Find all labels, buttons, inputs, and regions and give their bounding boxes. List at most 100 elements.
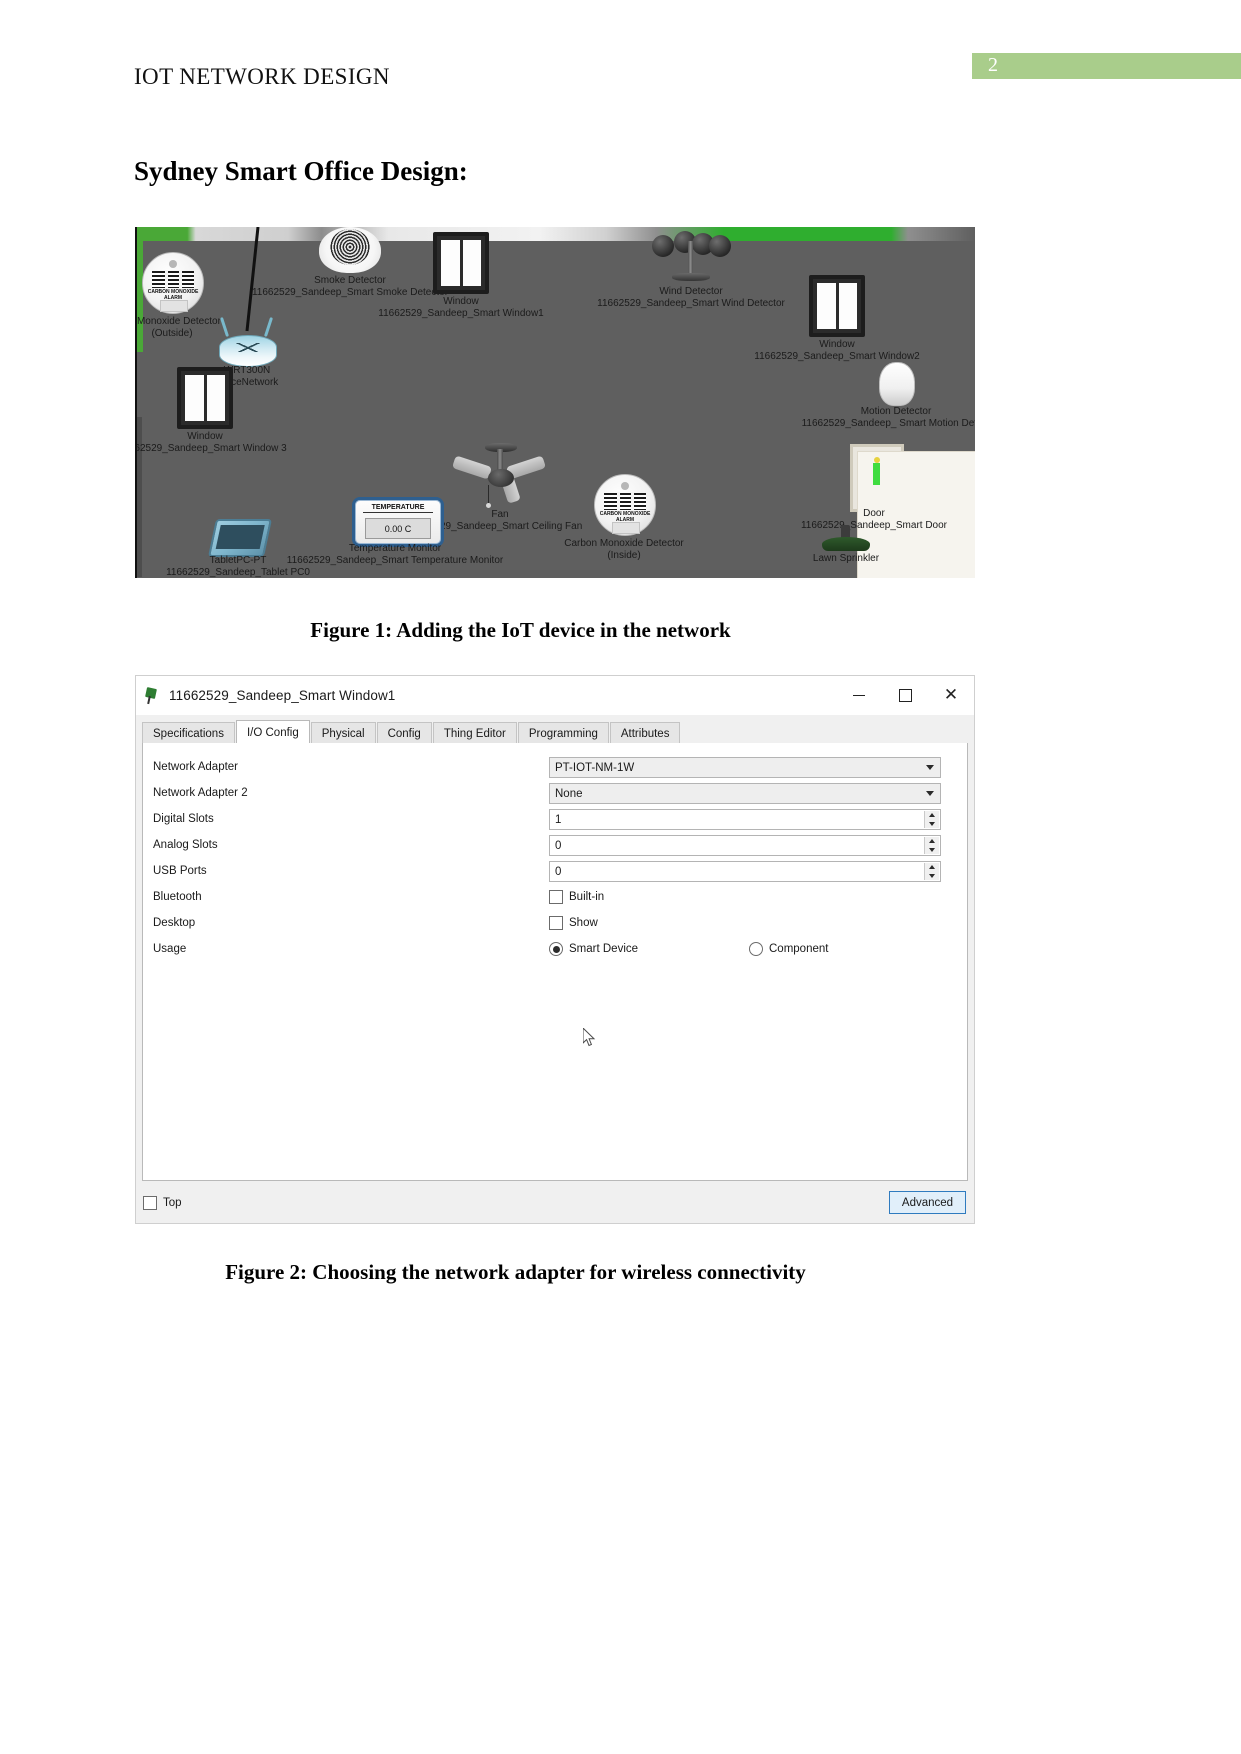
row-bluetooth: Bluetooth Built-in	[143, 887, 967, 913]
mouse-cursor	[583, 1028, 596, 1047]
usage-control[interactable]: Smart Device Component	[549, 942, 941, 956]
maximize-button[interactable]	[882, 676, 928, 715]
row-usb-ports: USB Ports 0	[143, 861, 967, 887]
device-temperature-monitor[interactable]: TEMPERATURE 0.00 C Temperature Monitor 1…	[287, 497, 503, 566]
tab-io-config[interactable]: I/O Config	[235, 720, 310, 745]
door-icon	[850, 444, 975, 578]
tab-thing-editor[interactable]: Thing Editor	[432, 722, 517, 744]
device-window-1[interactable]: Window 11662529_Sandeep_Smart Window1	[378, 232, 544, 319]
tab-config[interactable]: Config	[376, 722, 432, 744]
tab-physical[interactable]: Physical	[310, 722, 376, 744]
minimize-button[interactable]	[836, 676, 882, 715]
usage-radio-group[interactable]: Smart Device Component	[549, 942, 941, 956]
device-motion-detector[interactable]: Motion Detector 11662529_Sandeep_ Smart …	[802, 362, 975, 429]
device-co-detector-outside[interactable]: CARBON MONOXIDEALARM on Monoxide Detecto…	[137, 252, 221, 339]
device-tablet-pc[interactable]: TabletPC-PT 11662529_Sandeep_Tablet PC0	[166, 519, 310, 578]
checkbox-icon[interactable]	[549, 916, 563, 930]
usage-component-label: Component	[769, 943, 829, 955]
section-heading: Sydney Smart Office Design:	[134, 156, 468, 186]
desktop-show-checkbox[interactable]: Show	[549, 916, 941, 930]
top-checkbox[interactable]: Top	[143, 1196, 182, 1210]
tablet-icon	[207, 519, 273, 557]
stepper-down-icon[interactable]	[929, 847, 935, 852]
device-ceiling-fan[interactable]: Fan 662529_Sandeep_Smart Ceiling Fan	[418, 443, 582, 532]
device-window-3[interactable]: Window 1662529_Sandeep_Smart Window 3	[137, 367, 287, 454]
usage-component-radio[interactable]: Component	[749, 942, 828, 956]
network-adapter-2-select[interactable]: None	[549, 783, 941, 804]
tab-programming[interactable]: Programming	[517, 722, 609, 744]
analog-slots-control[interactable]: 0	[549, 835, 941, 856]
window-controls[interactable]: ✕	[836, 676, 974, 715]
network-adapter-control[interactable]: PT-IOT-NM-1W	[549, 757, 941, 778]
stepper-up-icon[interactable]	[929, 839, 935, 844]
stepper-down-icon[interactable]	[929, 873, 935, 878]
device-label: Carbon Monoxide Detector (Inside)	[564, 538, 684, 561]
bluetooth-control[interactable]: Built-in	[549, 890, 941, 904]
row-digital-slots: Digital Slots 1	[143, 809, 967, 835]
device-label: Window 11662529_Sandeep_Smart Window1	[378, 296, 544, 319]
co-detector-icon: CARBON MONOXIDE ALARM	[594, 474, 656, 536]
device-wireless-router[interactable]: WRT300N OfficeNetwork	[216, 317, 278, 388]
analog-slots-stepper[interactable]: 0	[549, 835, 941, 856]
tab-specifications[interactable]: Specifications	[142, 722, 235, 744]
usage-label: Usage	[153, 943, 187, 955]
temperature-display-title: TEMPERATURE	[363, 504, 433, 513]
stepper-buttons[interactable]	[924, 863, 939, 880]
device-smoke-detector[interactable]: Smoke Detector 11662529_Sandeep_Smart Sm…	[252, 227, 448, 298]
stepper-up-icon[interactable]	[929, 813, 935, 818]
page-header: IOT NETWORK DESIGN 2	[0, 0, 1241, 110]
dialog-footer: Top Advanced	[136, 1185, 974, 1223]
stepper-up-icon[interactable]	[929, 865, 935, 870]
device-label: Window 1662529_Sandeep_Smart Window 3	[135, 431, 287, 454]
radio-icon-selected[interactable]	[549, 942, 563, 956]
co-led-dot	[169, 260, 177, 268]
row-network-adapter-2: Network Adapter 2 None	[143, 783, 967, 809]
stepper-buttons[interactable]	[924, 811, 939, 828]
digital-slots-stepper[interactable]: 1	[549, 809, 941, 830]
chevron-down-icon	[926, 765, 934, 770]
analog-slots-value: 0	[555, 839, 562, 852]
device-wind-detector[interactable]: Wind Detector 11662529_Sandeep_Smart Win…	[597, 229, 785, 309]
stepper-buttons[interactable]	[924, 837, 939, 854]
motion-detector-icon	[879, 362, 915, 406]
page-number-badge: 2	[972, 53, 1241, 79]
device-lawn-sprinkler[interactable]: Lawn Sprinkler	[813, 523, 879, 564]
dialog-title-bar[interactable]: 11662529_Sandeep_Smart Window1 ✕	[136, 676, 974, 715]
desktop-control[interactable]: Show	[549, 916, 941, 930]
device-properties-dialog[interactable]: 11662529_Sandeep_Smart Window1 ✕ Specifi…	[135, 675, 975, 1224]
radio-icon[interactable]	[749, 942, 763, 956]
close-button[interactable]: ✕	[928, 676, 974, 715]
analog-slots-label: Analog Slots	[153, 839, 218, 851]
stepper-down-icon[interactable]	[929, 821, 935, 826]
usage-smart-device-radio[interactable]: Smart Device	[549, 942, 749, 956]
checkbox-icon[interactable]	[143, 1196, 157, 1210]
usb-ports-stepper[interactable]: 0	[549, 861, 941, 882]
co-detector-icon: CARBON MONOXIDE ALARM	[142, 252, 204, 314]
dialog-title: 11662529_Sandeep_Smart Window1	[169, 688, 396, 703]
window-icon	[433, 232, 489, 294]
temperature-monitor-icon: TEMPERATURE 0.00 C	[352, 497, 444, 547]
digital-slots-control[interactable]: 1	[549, 809, 941, 830]
device-label: TabletPC-PT 11662529_Sandeep_Tablet PC0	[166, 555, 310, 578]
device-label: Motion Detector 11662529_Sandeep_ Smart …	[801, 406, 975, 429]
usb-ports-control[interactable]: 0	[549, 861, 941, 882]
network-adapter-2-control[interactable]: None	[549, 783, 941, 804]
device-label: Window 11662529_Sandeep_Smart Window2	[754, 339, 920, 362]
device-label: Temperature Monitor 11662529_Sandeep_Sma…	[286, 543, 504, 566]
device-window-2[interactable]: Window 11662529_Sandeep_Smart Window2	[754, 275, 920, 362]
device-door[interactable]: Door 11662529_Sandeep_Smart Door	[801, 444, 975, 578]
co-grille	[152, 270, 194, 289]
network-adapter-2-label: Network Adapter 2	[153, 787, 248, 799]
tab-attributes[interactable]: Attributes	[609, 722, 681, 744]
network-adapter-2-value: None	[555, 787, 583, 800]
figure1-network-canvas[interactable]: CARBON MONOXIDEALARM on Monoxide Detecto…	[135, 227, 975, 578]
network-adapter-select[interactable]: PT-IOT-NM-1W	[549, 757, 941, 778]
checkbox-icon[interactable]	[549, 890, 563, 904]
device-co-detector-inside[interactable]: CARBON MONOXIDE ALARM Carbon Monoxide Det…	[564, 474, 684, 561]
row-analog-slots: Analog Slots 0	[143, 835, 967, 861]
router-icon	[219, 317, 277, 367]
tab-strip[interactable]: Specifications I/O Config Physical Confi…	[142, 720, 968, 745]
wind-detector-icon	[652, 229, 731, 289]
advanced-button[interactable]: Advanced	[889, 1191, 966, 1214]
bluetooth-builtin-checkbox[interactable]: Built-in	[549, 890, 941, 904]
